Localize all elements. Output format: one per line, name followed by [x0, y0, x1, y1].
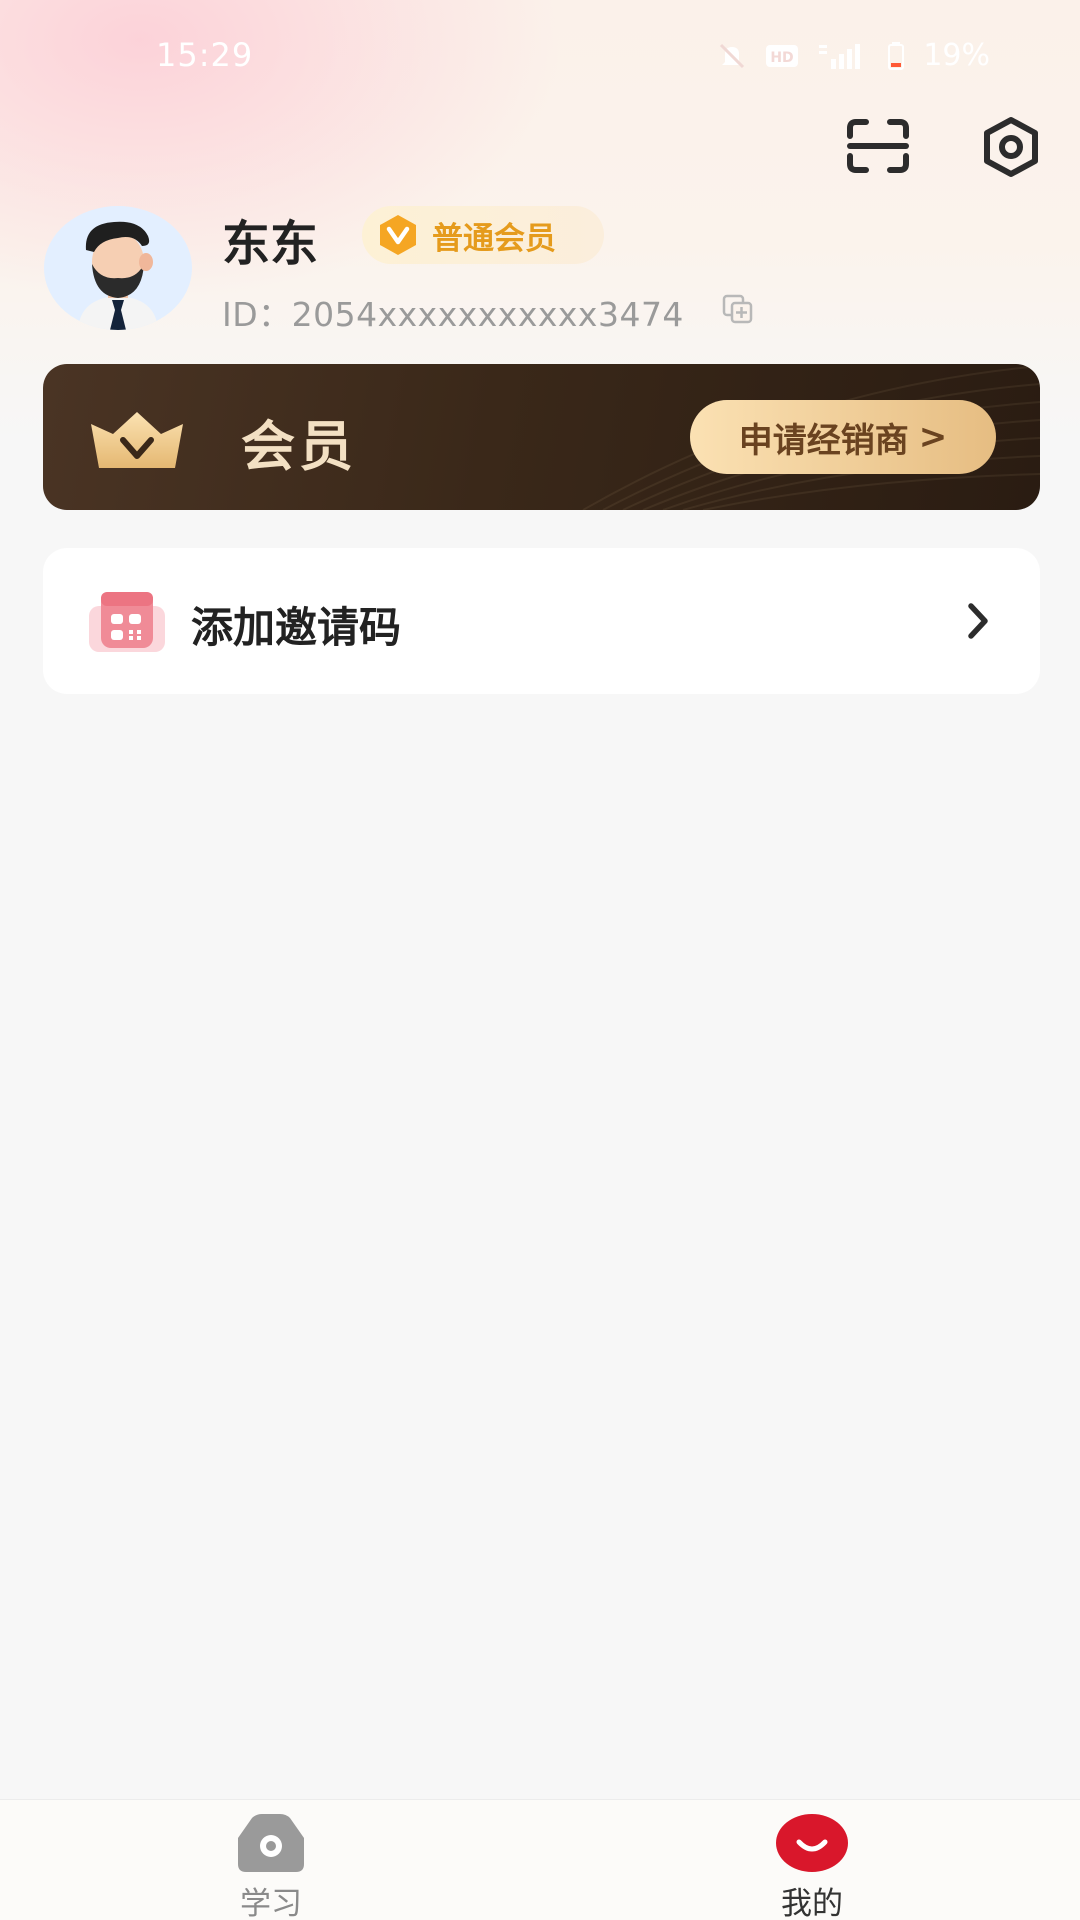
v-badge-icon	[380, 215, 416, 255]
chevron-right-icon: >	[918, 417, 948, 457]
settings-button[interactable]	[978, 114, 1044, 180]
add-invite-code-row[interactable]: 添加邀请码	[43, 548, 1040, 694]
tab-study-label: 学习	[240, 1886, 302, 1920]
member-level-label: 普通会员	[432, 220, 556, 257]
battery-icon	[888, 41, 905, 70]
bottom-navigation: 学习 我的	[0, 1799, 1080, 1920]
apply-dealer-label: 申请经销商	[738, 420, 909, 461]
settings-icon	[984, 117, 1038, 177]
scan-icon	[847, 119, 909, 173]
apply-dealer-button[interactable]: 申请经销商 >	[690, 400, 996, 474]
study-tab-icon	[238, 1814, 304, 1872]
copy-id-button[interactable]	[722, 294, 754, 324]
member-level-badge[interactable]: 普通会员	[362, 206, 604, 264]
svg-text:HD: HD	[771, 50, 794, 66]
copy-icon	[722, 294, 753, 324]
mine-tab-icon	[776, 1814, 848, 1872]
status-time: 15:29	[156, 36, 254, 74]
status-icons: HD 19%	[717, 38, 990, 73]
scan-button[interactable]	[846, 118, 910, 174]
add-invite-code-label: 添加邀请码	[191, 603, 402, 652]
avatar-illustration-icon	[44, 206, 192, 330]
avatar[interactable]	[44, 206, 192, 330]
vip-title: 会员	[241, 415, 357, 478]
tab-mine[interactable]: 我的	[712, 1800, 912, 1920]
battery-percentage: 19%	[923, 38, 990, 73]
hd-icon: HD	[766, 44, 799, 67]
tab-study[interactable]: 学习	[171, 1800, 371, 1920]
user-id: ID：2054xxxxxxxxxxx3474	[222, 295, 684, 334]
status-bar: 15:29 HD 19%	[0, 0, 1080, 110]
signal-icon	[819, 43, 861, 69]
mute-icon	[720, 43, 745, 68]
username: 东东	[222, 216, 319, 272]
crown-icon	[91, 412, 183, 468]
tab-mine-label: 我的	[781, 1886, 843, 1920]
invite-code-icon	[89, 592, 165, 652]
chevron-right-icon	[968, 603, 988, 639]
